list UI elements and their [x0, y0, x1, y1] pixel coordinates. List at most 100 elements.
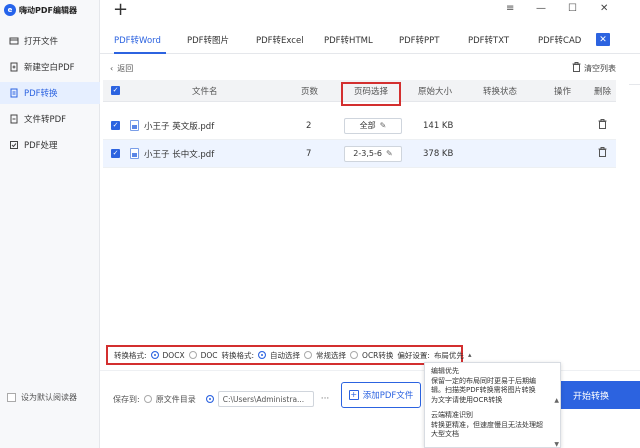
- page-select-cell: 全部 ✎: [344, 112, 402, 139]
- sidebar-item-label: PDF转换: [24, 89, 58, 99]
- preference-tooltip: 编辑优先 保留一定的布局同时更易于后期编 辑。扫描类PDF转换需将图片转换 为文…: [424, 362, 561, 448]
- docx-label: DOCX: [162, 350, 185, 360]
- page-select-value: 全部: [359, 121, 376, 130]
- restore-button[interactable]: ☐: [568, 3, 577, 14]
- table-row[interactable]: ✓ 小王子 英文版.pdf 2 全部 ✎ 141 KB: [103, 112, 616, 140]
- sidebar-item-pdf-process[interactable]: PDF处理: [0, 134, 100, 156]
- file-name-cell: 小王子 英文版.pdf: [130, 112, 214, 139]
- ocr-label: OCR转换: [362, 350, 394, 360]
- doc-radio[interactable]: [188, 351, 197, 359]
- sidebar-item-open-file[interactable]: 打开文件: [0, 30, 100, 52]
- minimize-button[interactable]: —: [536, 3, 546, 14]
- tooltip-heading: 云端精准识别: [431, 411, 473, 419]
- sidebar-item-file-to-pdf[interactable]: 文件转PDF: [0, 108, 100, 130]
- page-select-cell: 2-3,5-6 ✎: [344, 140, 402, 167]
- trash-icon: [598, 119, 607, 132]
- output-path-value: C:\Users\Administra...: [222, 394, 305, 404]
- row-checkbox[interactable]: ✓: [111, 140, 120, 167]
- delete-row-button[interactable]: [598, 112, 607, 139]
- format-label: 转换格式:: [114, 350, 147, 360]
- scroll-down-icon[interactable]: ▼: [554, 440, 559, 447]
- tab-pdf-to-ppt[interactable]: PDF转PPT: [399, 34, 440, 46]
- back-button[interactable]: ‹ 返回: [110, 63, 133, 74]
- trash-icon: [598, 147, 607, 160]
- tab-pdf-to-image[interactable]: PDF转图片: [187, 34, 229, 46]
- sidebar-item-new-blank-pdf[interactable]: 新建空白PDF: [0, 56, 100, 78]
- tooltip-text: 保留一定的布局同时更易于后期编: [431, 376, 536, 385]
- preference-label: 偏好设置:: [397, 350, 430, 360]
- tab-pdf-to-html[interactable]: PDF转HTML: [324, 34, 373, 46]
- page-select-button[interactable]: 2-3,5-6 ✎: [344, 145, 402, 162]
- start-convert-button[interactable]: 开始转换: [555, 381, 640, 409]
- window-close-button[interactable]: ✕: [600, 3, 608, 14]
- file-size: 141 KB: [423, 120, 454, 131]
- tabs-close-button[interactable]: ✕: [596, 33, 610, 46]
- output-path-field[interactable]: C:\Users\Administra...: [217, 391, 314, 407]
- sidebar-item-label: 新建空白PDF: [24, 63, 75, 73]
- tab-pdf-to-word[interactable]: PDF转Word: [114, 34, 161, 46]
- header-file-name: 文件名: [192, 86, 218, 97]
- default-reader-option[interactable]: 设为默认阅读器: [7, 392, 77, 403]
- menu-icon[interactable]: ≡: [506, 3, 514, 14]
- page-count: 2: [306, 120, 312, 131]
- custom-path-radio[interactable]: [205, 395, 214, 403]
- check-icon: ✓: [111, 86, 120, 95]
- browse-path-button[interactable]: ···: [321, 394, 330, 404]
- sidebar: e 嗨动PDF编辑器 打开文件 新建空白PDF PDF转换 文件转PDF PDF…: [0, 0, 100, 448]
- normal-select-radio[interactable]: [304, 351, 313, 359]
- conversion-options: 转换格式: DOCX DOC 转换格式: 自动选择 常规选择 OCR转换 偏好设…: [106, 345, 471, 365]
- clear-list-button[interactable]: 清空列表: [572, 62, 616, 74]
- edit-icon: ✎: [379, 121, 387, 130]
- page-count: 7: [306, 148, 312, 159]
- sidebar-item-pdf-convert[interactable]: PDF转换: [0, 82, 100, 104]
- table-row[interactable]: ✓ 小王子 长中文.pdf 7 2-3,5-6 ✎ 378 KB: [103, 140, 616, 168]
- edit-icon: ✎: [385, 149, 393, 158]
- page-select-highlight: [341, 82, 401, 106]
- trash-icon: [572, 62, 581, 74]
- row-checkbox[interactable]: ✓: [111, 112, 120, 139]
- start-convert-label: 开始转换: [573, 391, 610, 402]
- file-name-cell: 小王子 长中文.pdf: [130, 140, 214, 167]
- default-reader-checkbox[interactable]: [7, 393, 16, 402]
- new-file-icon: [8, 62, 19, 73]
- header-original-size: 原始大小: [418, 86, 453, 97]
- save-to-group: 保存到: 原文件目录 C:\Users\Administra... ···: [113, 391, 329, 407]
- clear-list-label: 清空列表: [584, 63, 616, 73]
- page-select-value: 2-3,5-6: [353, 149, 382, 158]
- auto-select-radio[interactable]: [258, 351, 267, 359]
- tab-pdf-to-cad[interactable]: PDF转CAD: [538, 34, 581, 46]
- app-title: 嗨动PDF编辑器: [19, 5, 77, 15]
- divider: [629, 84, 640, 85]
- active-tab-indicator: [114, 52, 166, 54]
- pdf-file-icon: [130, 120, 139, 131]
- app-brand: e 嗨动PDF编辑器: [4, 2, 77, 18]
- default-reader-label: 设为默认阅读器: [21, 393, 77, 402]
- conversion-tabs: PDF转Word PDF转图片 PDF转Excel PDF转HTML PDF转P…: [100, 28, 640, 54]
- select-all-checkbox[interactable]: ✓: [111, 80, 120, 101]
- ocr-radio[interactable]: [350, 351, 359, 359]
- delete-row-button[interactable]: [598, 140, 607, 167]
- chevron-left-icon: ‹: [110, 64, 114, 73]
- scroll-up-icon[interactable]: ▲: [554, 396, 559, 406]
- tab-pdf-to-txt[interactable]: PDF转TXT: [468, 34, 509, 46]
- auto-select-label: 自动选择: [270, 350, 301, 360]
- save-to-label: 保存到:: [113, 394, 140, 404]
- new-tab-button[interactable]: +: [113, 1, 128, 19]
- mode-label: 转换格式:: [221, 350, 255, 360]
- original-dir-label: 原文件目录: [155, 394, 196, 404]
- file-name: 小王子 英文版.pdf: [144, 121, 215, 132]
- preference-select[interactable]: 布局优先: [434, 350, 464, 361]
- tab-pdf-to-excel[interactable]: PDF转Excel: [256, 34, 304, 46]
- normal-select-label: 常规选择: [316, 350, 347, 360]
- tooltip-heading: 编辑优先: [431, 367, 459, 375]
- check-icon: ✓: [111, 149, 120, 158]
- file-name: 小王子 长中文.pdf: [144, 149, 215, 160]
- chevron-down-icon[interactable]: ▴: [468, 351, 472, 359]
- app-logo-icon: e: [4, 4, 16, 16]
- docx-radio[interactable]: [150, 351, 159, 359]
- convert-icon: [8, 88, 19, 99]
- header-pages: 页数: [301, 86, 319, 97]
- page-select-button[interactable]: 全部 ✎: [344, 117, 402, 134]
- original-dir-radio[interactable]: [143, 395, 152, 403]
- add-pdf-button[interactable]: + 添加PDF文件: [341, 382, 421, 408]
